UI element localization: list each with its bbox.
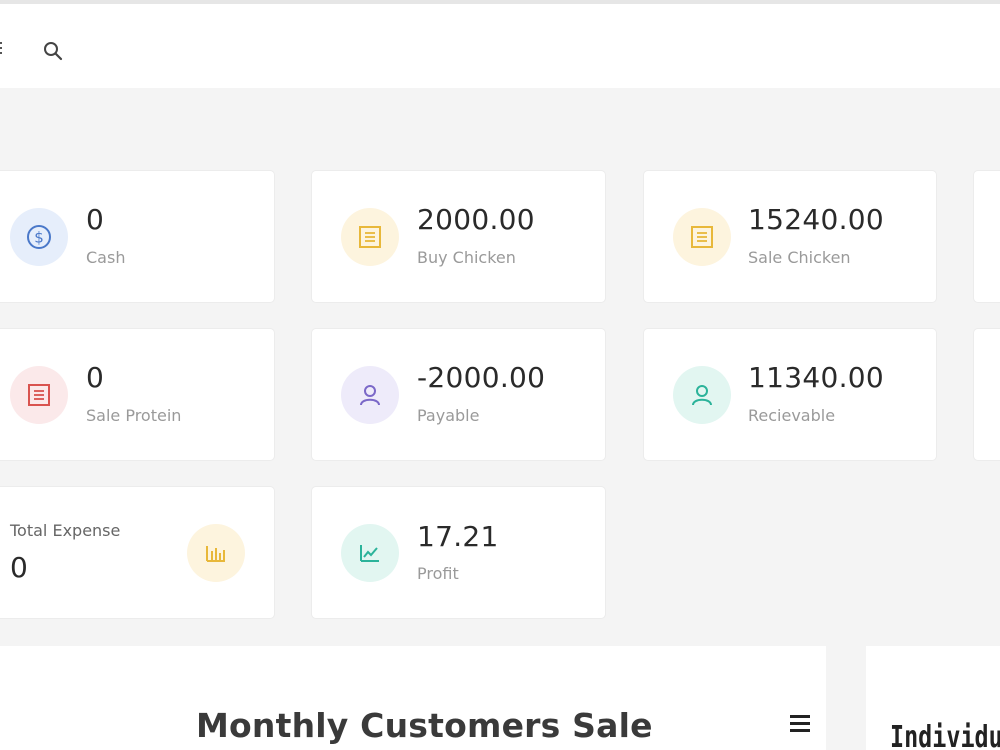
sale-protein-value: 0: [86, 361, 105, 394]
partial-card: [974, 329, 1000, 460]
profit-icon-circle: [341, 524, 399, 582]
list-icon: [691, 226, 713, 248]
recievable-icon-circle: [673, 366, 731, 424]
recievable-label: Recievable: [748, 406, 836, 425]
total-expense-icon-circle: [187, 524, 245, 582]
bar-chart-icon: [206, 546, 225, 562]
line-chart-icon: [360, 545, 379, 562]
sale-chicken-label: Sale Chicken: [748, 248, 851, 267]
buy-chicken-label: Buy Chicken: [417, 248, 516, 267]
svg-text:$: $: [34, 229, 44, 247]
user-icon: [360, 385, 380, 406]
list-icon: [359, 226, 381, 248]
total-expense-label: Total Expense: [10, 521, 121, 540]
user-icon: [692, 385, 712, 406]
sale-chicken-value: 15240.00: [748, 203, 885, 236]
search-icon[interactable]: [42, 40, 64, 62]
top-navbar: [0, 0, 1000, 88]
profit-label: Profit: [417, 564, 459, 583]
cash-value: 0: [86, 203, 105, 236]
cash-icon-circle: $: [10, 208, 68, 266]
cash-label: Cash: [86, 248, 126, 267]
recievable-value: 11340.00: [748, 361, 885, 394]
monthly-sale-chart-title: Monthly Customers Sale: [196, 706, 653, 745]
menu-icon[interactable]: [0, 42, 4, 58]
payable-icon-circle: [341, 366, 399, 424]
buy-chicken-value: 2000.00: [417, 203, 535, 236]
sale-protein-label: Sale Protein: [86, 406, 182, 425]
list-icon: [28, 384, 50, 406]
individual-chart-title: Individu: [890, 720, 1000, 750]
payable-label: Payable: [417, 406, 480, 425]
partial-card: [974, 171, 1000, 302]
buy-chicken-icon-circle: [341, 208, 399, 266]
payable-value: -2000.00: [417, 361, 546, 394]
sale-chicken-icon-circle: [673, 208, 731, 266]
sale-protein-icon-circle: [10, 366, 68, 424]
chart-menu-icon[interactable]: [790, 715, 810, 733]
dollar-icon: $: [27, 225, 51, 249]
profit-value: 17.21: [417, 520, 499, 553]
total-expense-value: 0: [10, 551, 29, 584]
